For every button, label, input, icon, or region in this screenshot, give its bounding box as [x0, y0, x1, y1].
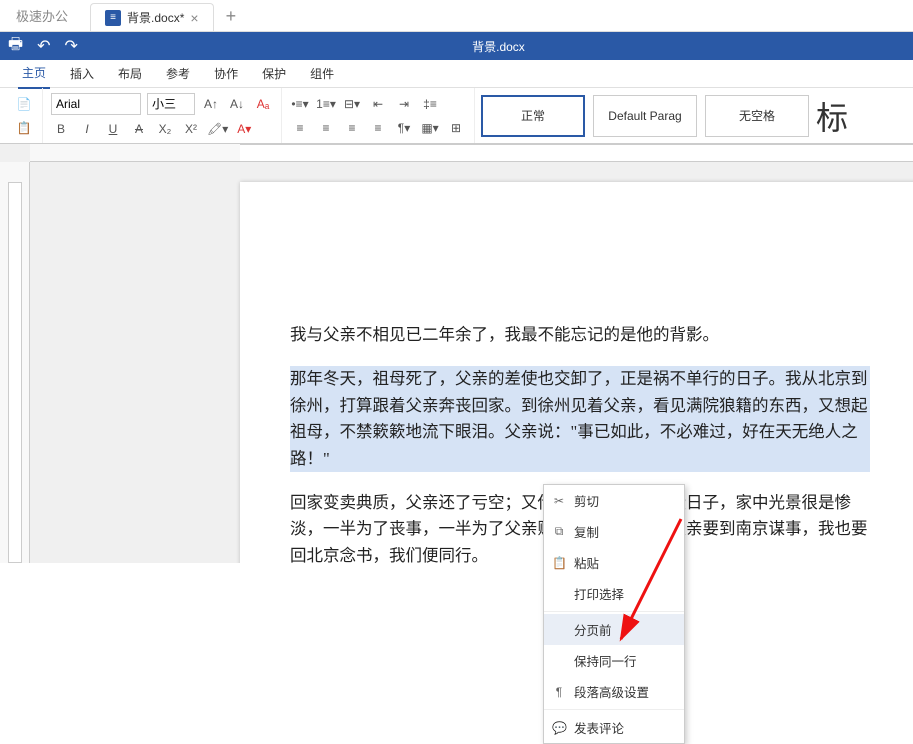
strike-button[interactable]: A [129, 119, 149, 139]
paragraph-group: •≡▾ 1≡▾ ⊟▾ ⇤ ⇥ ‡≡ ≡ ≡ ≡ ≡ ¶▾ ▦▾ ⊞ [282, 88, 475, 143]
align-right-icon[interactable]: ≡ [342, 118, 362, 138]
align-center-icon[interactable]: ≡ [316, 118, 336, 138]
change-case-icon[interactable]: Aₐ [253, 94, 273, 114]
ribbon-tab-row: 主页 插入 布局 参考 协作 保护 组件 [0, 60, 913, 88]
paste-icon[interactable]: 📋 [14, 118, 34, 138]
comment-icon: 💬 [552, 721, 566, 735]
cut-icon: ✂ [552, 494, 566, 508]
subscript-button[interactable]: X₂ [155, 119, 175, 139]
menu-add-comment[interactable]: 💬发表评论 [544, 712, 684, 743]
italic-button[interactable]: I [77, 119, 97, 139]
copy-icon[interactable]: 📄 [14, 94, 34, 114]
borders-icon[interactable]: ⊞ [446, 118, 466, 138]
menu-keep-same-line[interactable]: 保持同一行 [544, 645, 684, 676]
font-name-input[interactable] [51, 93, 141, 115]
indent-icon[interactable]: ⇥ [394, 94, 414, 114]
horizontal-ruler[interactable] [30, 144, 913, 162]
font-color-icon[interactable]: A▾ [234, 119, 254, 139]
doc-icon: ≡ [105, 10, 121, 26]
bold-button[interactable]: B [51, 119, 71, 139]
close-tab-icon[interactable]: × [190, 10, 198, 26]
underline-button[interactable]: U [103, 119, 123, 139]
numbering-icon[interactable]: 1≡▾ [316, 94, 336, 114]
app-label: 极速办公 [4, 0, 80, 31]
title-bar-filename: 背景.docx [472, 38, 525, 55]
menu-page-break-before[interactable]: 分页前 [544, 614, 684, 645]
ribbon: 📄 📋 A↑ A↓ Aₐ B I U A X₂ X² 🖍▾ A▾ •≡▾ 1≡▾ [0, 88, 913, 144]
shrink-font-icon[interactable]: A↓ [227, 94, 247, 114]
menu-copy[interactable]: ⧉复制 [544, 516, 684, 547]
font-group: A↑ A↓ Aₐ B I U A X₂ X² 🖍▾ A▾ [43, 88, 282, 143]
menu-cut[interactable]: ✂剪切 [544, 485, 684, 516]
paragraph-icon: ¶ [552, 685, 566, 699]
title-tab-row: 极速办公 ≡ 背景.docx* × + [0, 0, 913, 32]
paragraph-2-selected[interactable]: 那年冬天，祖母死了，父亲的差使也交卸了，正是祸不单行的日子。我从北京到徐州，打算… [290, 366, 870, 472]
tab-component[interactable]: 组件 [306, 59, 338, 88]
superscript-button[interactable]: X² [181, 119, 201, 139]
undo-icon[interactable]: ↶ [37, 36, 50, 56]
tab-insert[interactable]: 插入 [66, 59, 98, 88]
style-gallery: 正常 Default Parag 无空格 标 [475, 88, 853, 143]
align-justify-icon[interactable]: ≡ [368, 118, 388, 138]
vertical-ruler[interactable] [0, 162, 30, 563]
font-size-input[interactable] [147, 93, 195, 115]
outdent-icon[interactable]: ⇤ [368, 94, 388, 114]
document-tab[interactable]: ≡ 背景.docx* × [90, 3, 214, 31]
grow-font-icon[interactable]: A↑ [201, 94, 221, 114]
print-icon[interactable]: 🖶 [8, 33, 23, 60]
tab-home[interactable]: 主页 [18, 58, 50, 89]
copy-icon: ⧉ [552, 524, 566, 539]
document-tab-label: 背景.docx* [127, 9, 184, 26]
highlight-icon[interactable]: 🖍▾ [207, 119, 228, 139]
paragraph-marks-icon[interactable]: ¶▾ [394, 118, 414, 138]
workspace: 我与父亲不相见已二年余了，我最不能忘记的是他的背影。 那年冬天，祖母死了，父亲的… [0, 144, 913, 563]
line-spacing-icon[interactable]: ‡≡ [420, 94, 440, 114]
shading-icon[interactable]: ▦▾ [420, 118, 440, 138]
tab-protect[interactable]: 保护 [258, 59, 290, 88]
tab-reference[interactable]: 参考 [162, 59, 194, 88]
menu-paragraph-advanced[interactable]: ¶段落高级设置 [544, 676, 684, 707]
multilevel-icon[interactable]: ⊟▾ [342, 94, 362, 114]
tab-collab[interactable]: 协作 [210, 59, 242, 88]
style-normal[interactable]: 正常 [481, 95, 585, 137]
title-bar: 🖶 ↶ ↷ 背景.docx [0, 32, 913, 60]
tab-layout[interactable]: 布局 [114, 59, 146, 88]
clipboard-group: 📄 📋 [6, 88, 43, 143]
style-heading[interactable]: 标 [817, 95, 847, 137]
redo-icon[interactable]: ↷ [65, 36, 78, 56]
new-tab-button[interactable]: + [214, 2, 249, 31]
align-left-icon[interactable]: ≡ [290, 118, 310, 138]
style-no-space[interactable]: 无空格 [705, 95, 809, 137]
context-menu: ✂剪切 ⧉复制 📋粘贴 打印选择 分页前 保持同一行 ¶段落高级设置 💬发表评论 [543, 484, 685, 744]
bullets-icon[interactable]: •≡▾ [290, 94, 310, 114]
menu-print-selection[interactable]: 打印选择 [544, 578, 684, 609]
paragraph-1[interactable]: 我与父亲不相见已二年余了，我最不能忘记的是他的背影。 [290, 322, 870, 348]
style-default-paragraph[interactable]: Default Parag [593, 95, 697, 137]
